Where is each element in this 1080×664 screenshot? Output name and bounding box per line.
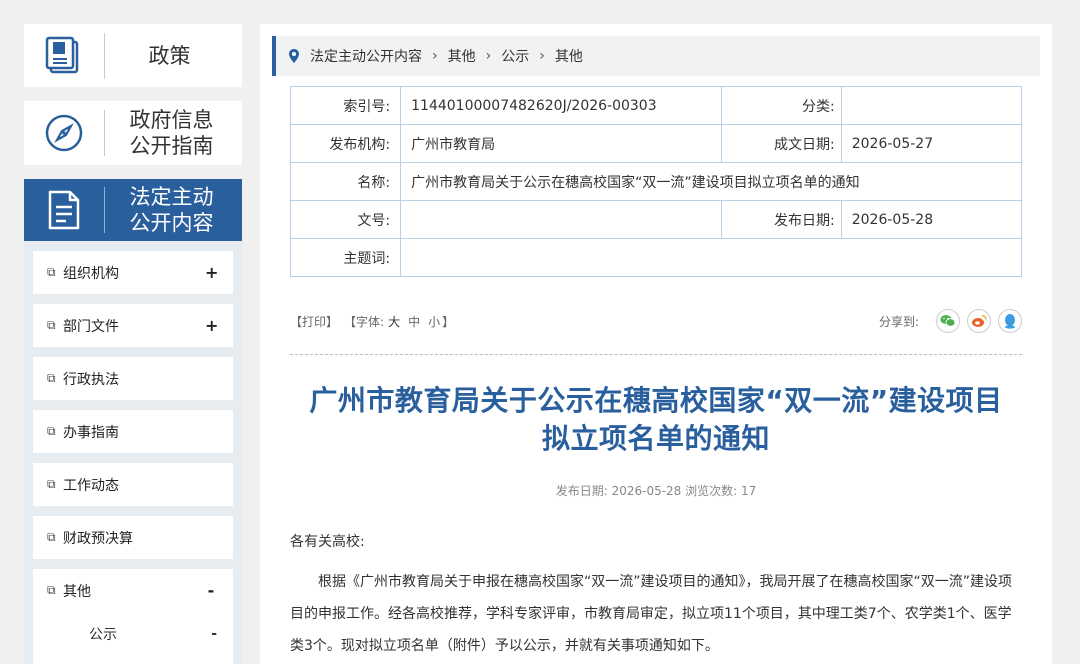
sidebar-item-law-enforcement[interactable]: ⧉ 行政执法 — [33, 357, 233, 400]
compass-icon — [24, 113, 104, 153]
article-toolbar: 【打印】 【字体: 大 中 小 】 分享到: — [290, 306, 1022, 336]
qq-share-button[interactable] — [998, 309, 1022, 333]
copy-icon: ⧉ — [47, 265, 56, 279]
print-link[interactable]: 【打印】 — [290, 313, 338, 330]
font-size-small-link[interactable]: 小 — [428, 313, 440, 330]
sidebar-item-label: 部门文件 — [63, 318, 119, 335]
table-row: 索引号: 11440100007482620J/2026-00303 分类: — [289, 86, 1023, 125]
sidebar-block-title: 政策 — [148, 43, 191, 68]
sidebar-item-budget[interactable]: ⧉ 财政预决算 — [33, 516, 233, 559]
greeting: 各有关高校: — [290, 534, 365, 550]
expand-icon[interactable]: + — [205, 316, 218, 335]
sidebar-item-label: 其他 — [63, 583, 91, 600]
publisher-value: 广州市教育局 — [400, 124, 722, 163]
sidebar-subitem-announcement[interactable]: 公示 - — [33, 612, 233, 656]
dashed-divider — [290, 354, 1022, 355]
table-row: 主题词: — [289, 238, 1022, 277]
breadcrumb: 法定主动公开内容 › 其他 › 公示 › 其他 — [272, 36, 1040, 76]
copy-icon: ⧉ — [47, 318, 56, 332]
sidebar-subitem-label: 公示 — [89, 627, 117, 643]
article-body: 各有关高校: 根据《广州市教育局关于申报在穗高校国家“双一流”建设项目的通知》，… — [290, 526, 1022, 662]
table-row: 发布机构: 广州市教育局 成文日期: 2026-05-27 — [289, 124, 1023, 163]
weibo-icon — [972, 314, 987, 327]
index-label: 索引号: — [289, 86, 402, 125]
chevron-right-icon: › — [432, 48, 438, 64]
weibo-share-button[interactable] — [967, 309, 991, 333]
qq-icon — [1005, 314, 1015, 329]
main-content: 法定主动公开内容 › 其他 › 公示 › 其他 索引号: 11440100007… — [260, 24, 1052, 664]
doc-number-label: 文号: — [289, 200, 402, 239]
sidebar-item-other[interactable]: ⧉ 其他 - — [33, 569, 233, 612]
sidebar-item-service-guide[interactable]: ⧉ 办事指南 — [33, 410, 233, 453]
copy-icon: ⧉ — [47, 371, 56, 385]
breadcrumb-link[interactable]: 其他 — [448, 46, 476, 66]
copy-icon: ⧉ — [47, 477, 56, 491]
chevron-right-icon: › — [539, 48, 545, 64]
share-label: 分享到: — [878, 314, 919, 329]
name-value: 广州市教育局关于公示在穗高校国家“双一流”建设项目拟立项名单的通知 — [400, 162, 1022, 201]
keywords-value — [400, 238, 1022, 277]
location-pin-icon — [289, 49, 299, 63]
sidebar-block-title: 政府信息公开指南 — [129, 108, 214, 158]
sidebar-item-department-documents[interactable]: ⧉ 部门文件 + — [33, 304, 233, 347]
publish-date-label: 发布日期: — [720, 200, 842, 239]
sidebar-group-other: ⧉ 其他 - 公示 - — [33, 569, 233, 664]
sidebar-block-policy[interactable]: 政策 — [24, 24, 242, 87]
sidebar-block-title: 法定主动公开内容 — [129, 185, 214, 235]
chevron-right-icon: › — [485, 48, 492, 64]
sidebar-item-label: 财政预决算 — [63, 530, 133, 547]
name-label: 名称: — [289, 162, 402, 201]
table-row: 文号: 发布日期: 2026-05-28 — [289, 200, 1023, 239]
doc-number-value — [400, 200, 722, 239]
publish-date-value: 2026-05-28 — [840, 200, 1023, 239]
category-value — [840, 86, 1023, 125]
sidebar-item-label: 工作动态 — [63, 477, 119, 494]
sidebar-menu: ⧉ 组织机构 + ⧉ 部门文件 + ⧉ 行政执法 ⧉ 办事指南 ⧉ 工作动态 ⧉… — [24, 241, 242, 664]
sidebar-block-mandatory-disclosure[interactable]: 法定主动公开内容 — [24, 179, 242, 241]
sidebar-item-label: 办事指南 — [63, 424, 119, 441]
collapse-icon[interactable]: - — [205, 581, 217, 600]
breadcrumb-link[interactable]: 其他 — [555, 46, 583, 66]
copy-icon: ⧉ — [47, 424, 56, 438]
written-date-value: 2026-05-27 — [840, 124, 1023, 163]
copy-icon: ⧉ — [47, 530, 56, 544]
wechat-share-button[interactable] — [936, 309, 960, 333]
copy-icon: ⧉ — [47, 583, 56, 597]
sidebar: 政策 政府信息公开指南 法定主动公开内容 ⧉ 组织机构 + ⧉ 部门文件 + ⧉… — [24, 24, 242, 664]
article-title-line: 广州市教育局关于公示在穗高校国家“双一流”建设项目 — [309, 384, 1003, 417]
sidebar-block-guide[interactable]: 政府信息公开指南 — [24, 101, 242, 165]
category-label: 分类: — [720, 86, 842, 125]
font-size-medium-link[interactable]: 中 — [408, 313, 420, 330]
breadcrumb-link[interactable]: 法定主动公开内容 — [310, 46, 422, 66]
sidebar-item-label: 行政执法 — [63, 371, 119, 388]
font-size-large-link[interactable]: 大 — [388, 313, 400, 330]
index-value: 11440100007482620J/2026-00303 — [400, 86, 722, 125]
sidebar-item-label: 组织机构 — [63, 265, 119, 282]
publish-info: 发布日期: 2026-05-28 浏览次数: 17 — [555, 484, 757, 498]
expand-icon[interactable]: + — [205, 263, 218, 282]
table-row: 名称: 广州市教育局关于公示在穗高校国家“双一流”建设项目拟立项名单的通知 — [289, 162, 1022, 201]
publisher-label: 发布机构: — [289, 124, 402, 163]
font-size-prefix: 【字体: — [344, 314, 385, 329]
font-size-suffix: 】 — [442, 314, 455, 329]
keywords-label: 主题词: — [289, 238, 402, 277]
paragraph: 根据《广州市教育局关于申报在穗高校国家“双一流”建设项目的通知》，我局开展了在穗… — [290, 574, 1013, 654]
breadcrumb-link[interactable]: 公示 — [501, 46, 529, 66]
sidebar-item-organization[interactable]: ⧉ 组织机构 + — [33, 251, 233, 294]
article-title: 广州市教育局关于公示在穗高校国家“双一流”建设项目 拟立项名单的通知 — [280, 382, 1032, 458]
book-icon — [24, 36, 104, 76]
document-metadata-table: 索引号: 11440100007482620J/2026-00303 分类: 发… — [289, 86, 1023, 277]
wechat-icon — [940, 315, 956, 327]
document-icon — [24, 190, 104, 230]
collapse-icon[interactable]: - — [211, 626, 217, 642]
written-date-label: 成文日期: — [720, 124, 842, 163]
article-title-line: 拟立项名单的通知 — [541, 422, 770, 455]
sidebar-item-work-updates[interactable]: ⧉ 工作动态 — [33, 463, 233, 506]
